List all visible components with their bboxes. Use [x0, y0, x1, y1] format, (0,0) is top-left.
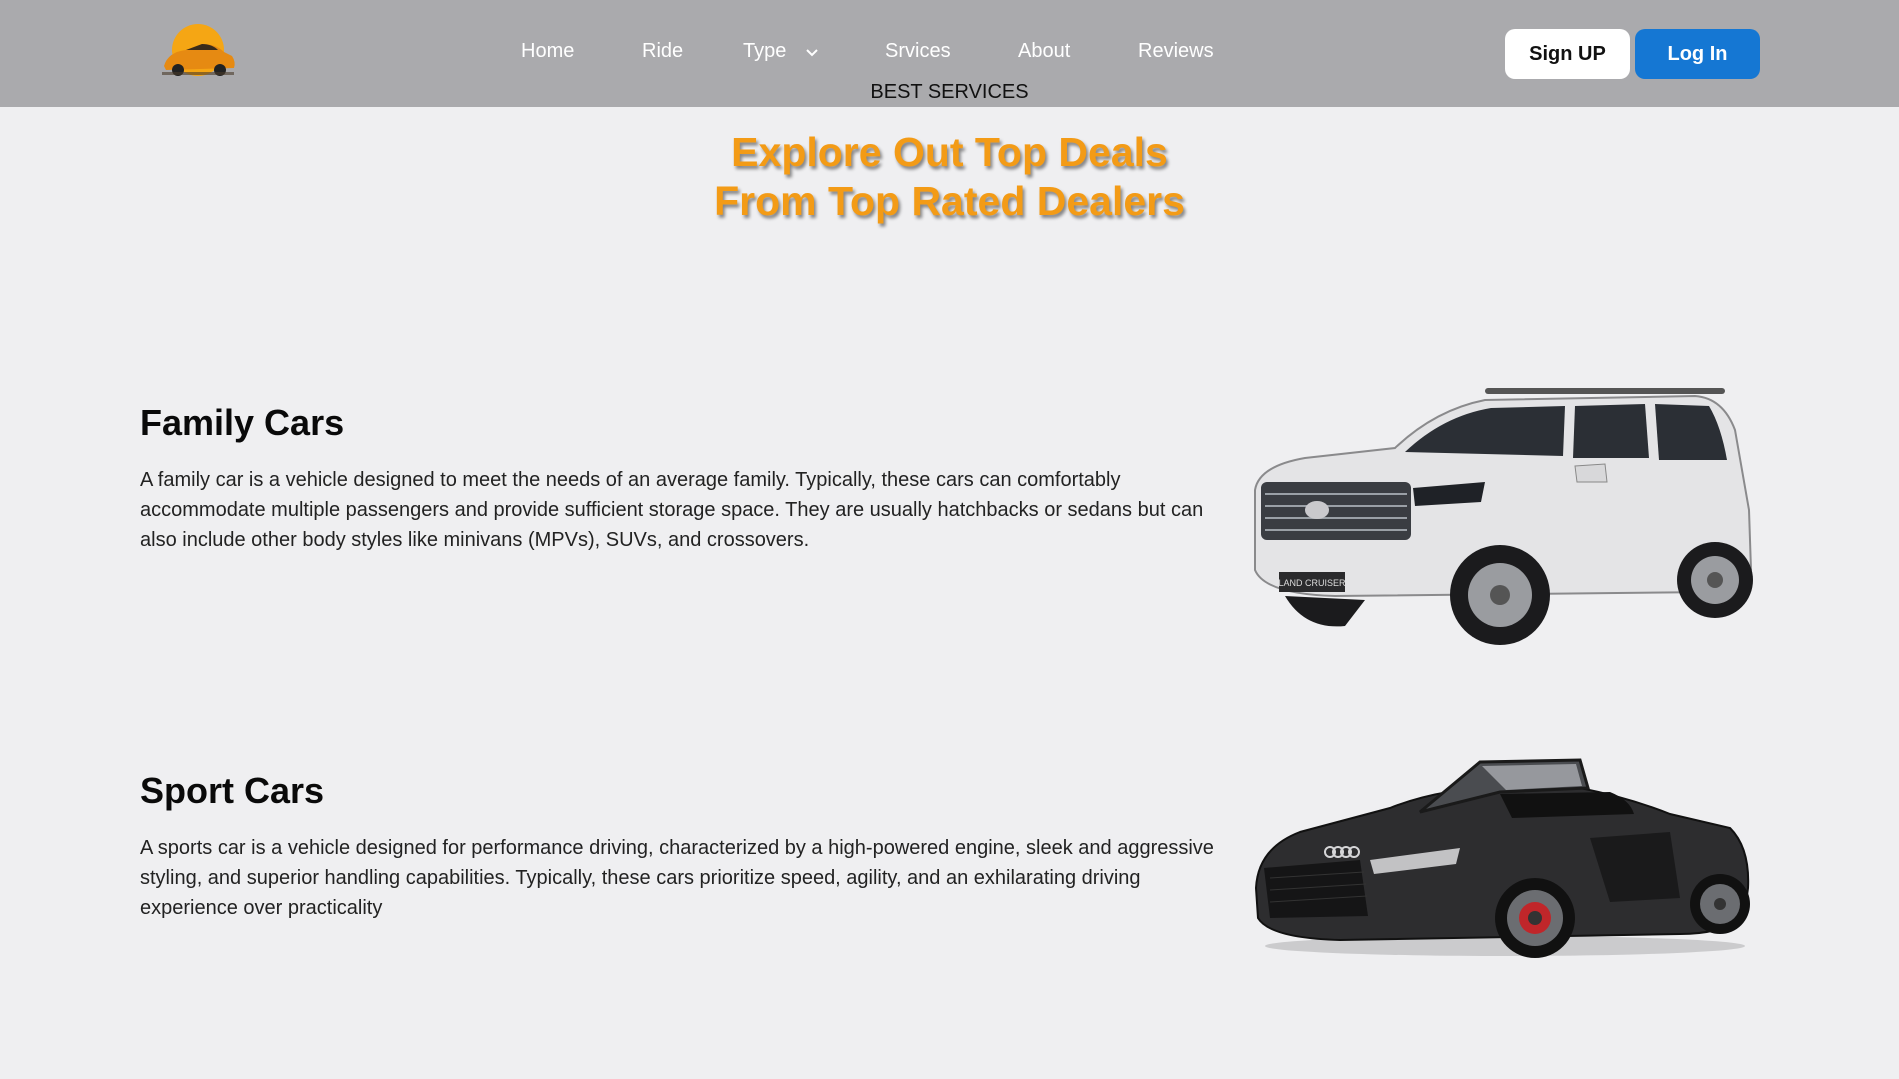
hero-title: Explore Out Top Deals From Top Rated Dea…: [0, 128, 1899, 226]
nav-ride[interactable]: Ride: [642, 40, 683, 63]
black-convertible-image: [1250, 748, 1755, 958]
signup-button[interactable]: Sign UP: [1505, 29, 1630, 79]
family-cars-heading: Family Cars: [140, 402, 345, 443]
navbar: Home Ride Type Srvices About Reviews BES…: [0, 0, 1899, 107]
best-services-caption: BEST SERVICES: [870, 81, 1029, 103]
white-suv-image: LAND CRUISER: [1245, 370, 1755, 655]
hero-title-line-1: Explore Out Top Deals: [731, 129, 1168, 175]
sport-cars-description: A sports car is a vehicle designed for p…: [140, 837, 1214, 919]
nav-reviews[interactable]: Reviews: [1138, 40, 1214, 63]
login-button[interactable]: Log In: [1635, 29, 1760, 79]
nav-home[interactable]: Home: [521, 40, 574, 63]
chevron-down-icon: [806, 40, 818, 63]
nav-type-dropdown[interactable]: Type: [743, 40, 818, 63]
family-cars-description: A family car is a vehicle designed to me…: [140, 469, 1204, 551]
suv-plate-text: LAND CRUISER: [1278, 578, 1346, 588]
nav-about[interactable]: About: [1018, 40, 1070, 63]
sport-cars-heading: Sport Cars: [140, 770, 325, 811]
nav-services[interactable]: Srvices: [885, 40, 951, 63]
hero-title-line-2: From Top Rated Dealers: [714, 178, 1185, 224]
nav-type-label: Type: [743, 40, 787, 62]
